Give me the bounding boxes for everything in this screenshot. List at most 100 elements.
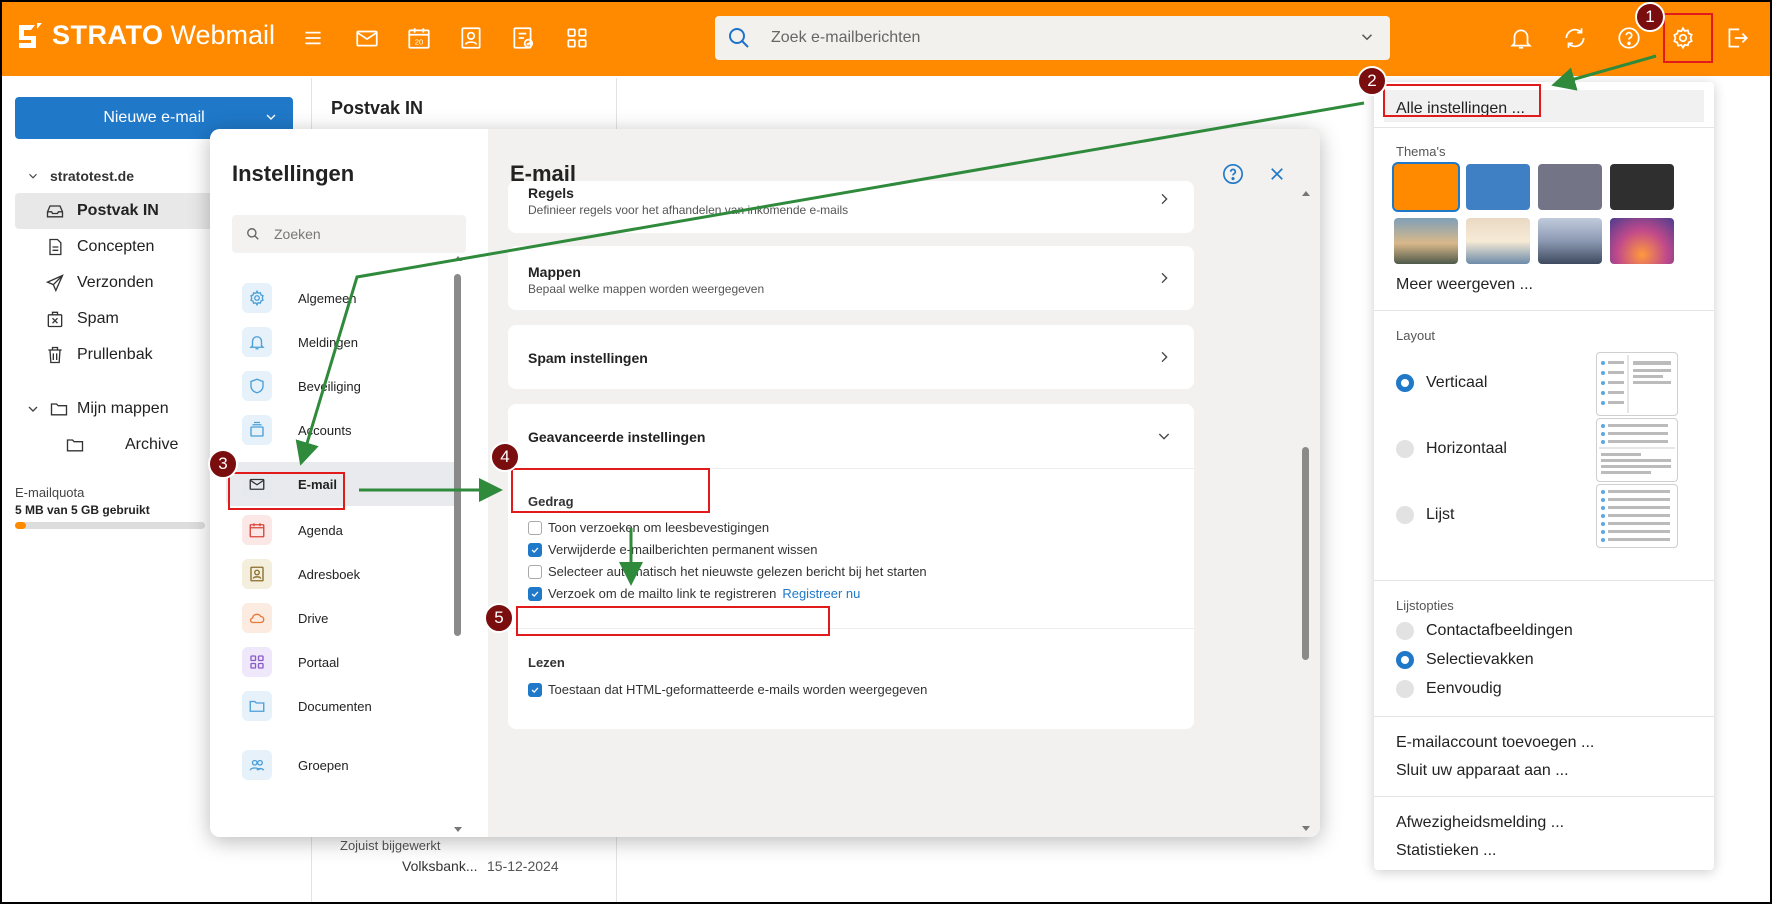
card-rules[interactable]: Regels Definieer regels voor het afhande… [508, 181, 1194, 233]
list-option-checkboxes[interactable]: Selectievakken [1396, 651, 1534, 669]
connect-device-link[interactable]: Sluit uw apparaat aan ... [1396, 762, 1569, 780]
menu-icon[interactable] [300, 25, 326, 51]
nav-scrollbar[interactable] [453, 254, 462, 834]
content-scroll-thumb[interactable] [1302, 447, 1309, 660]
nav-notifications[interactable]: Meldingen [226, 320, 460, 364]
register-link[interactable]: Registreer nu [782, 586, 860, 601]
nav-calendar[interactable]: Agenda [226, 508, 460, 552]
scroll-down-icon[interactable] [1301, 825, 1311, 833]
radio[interactable] [1396, 680, 1414, 698]
layout-horizontal-thumb[interactable] [1596, 418, 1678, 482]
statistics-link[interactable]: Statistieken ... [1396, 842, 1497, 860]
list-option-simple[interactable]: Eenvoudig [1396, 680, 1502, 698]
settings-search[interactable]: Zoeken [232, 215, 466, 253]
radio[interactable] [1396, 622, 1414, 640]
mail-date: 15-12-2024 [487, 858, 559, 874]
folder-label: Mijn mappen [77, 400, 169, 417]
close-icon[interactable] [1268, 165, 1286, 183]
folder-sent[interactable]: Verzonden [15, 265, 215, 301]
theme-image-beach[interactable] [1466, 218, 1530, 264]
add-account-link[interactable]: E-mailaccount toevoegen ... [1396, 734, 1594, 752]
layout-list-option[interactable]: Lijst [1396, 506, 1454, 524]
card-folders[interactable]: Mappen Bepaal welke mappen worden weerge… [508, 246, 1194, 310]
chevron-right-icon [1161, 351, 1168, 363]
option-auto-select[interactable]: Selecteer automatisch het nieuwste gelez… [528, 564, 927, 579]
chevron-down-icon[interactable] [1358, 28, 1376, 46]
theme-image-mountains[interactable] [1394, 218, 1458, 264]
theme-swatch-blue[interactable] [1466, 164, 1530, 210]
strato-logo[interactable]: STRATO Webmail [16, 20, 275, 51]
nav-addressbook[interactable]: Adresboek [226, 552, 460, 596]
card-subtitle: Definieer regels voor het afhandelen van… [528, 203, 849, 217]
layout-list-thumb[interactable] [1596, 484, 1678, 548]
nav-groups[interactable]: Groepen [226, 743, 460, 787]
option-read-receipts[interactable]: Toon verzoeken om leesbevestigingen [528, 520, 769, 535]
theme-swatch-dark[interactable] [1610, 164, 1674, 210]
folder-label: Postvak IN [77, 202, 159, 219]
nav-drive[interactable]: Drive [226, 596, 460, 640]
content-scrollbar[interactable] [1300, 189, 1312, 835]
radio-selected[interactable] [1396, 374, 1414, 392]
nav-scroll-thumb[interactable] [454, 274, 461, 636]
folder-archive[interactable]: Archive [15, 427, 215, 463]
list-option-contact-images[interactable]: Contactafbeeldingen [1396, 622, 1573, 640]
folder-my-folders[interactable]: Mijn mappen [15, 391, 215, 427]
folder-spam[interactable]: Spam [15, 301, 215, 337]
radio[interactable] [1396, 506, 1414, 524]
option-mailto[interactable]: Verzoek om de mailto link te registreren… [528, 586, 860, 601]
option-label: Toestaan dat HTML-geformatteerde e-mails… [548, 682, 928, 697]
layout-title: Layout [1396, 328, 1436, 343]
calendar-icon[interactable]: 20 [406, 25, 432, 51]
option-html[interactable]: Toestaan dat HTML-geformatteerde e-mails… [528, 682, 927, 697]
card-title[interactable]: Geavanceerde instellingen [528, 429, 705, 445]
help-icon[interactable] [1616, 25, 1642, 51]
nav-accounts[interactable]: Accounts [226, 408, 460, 452]
nav-documents[interactable]: Documenten [226, 684, 460, 728]
radio-label: Lijst [1426, 506, 1455, 523]
refresh-icon[interactable] [1562, 25, 1588, 51]
layout-vertical-thumb[interactable] [1596, 352, 1678, 416]
radio[interactable] [1396, 440, 1414, 458]
scroll-up-icon[interactable] [453, 254, 463, 262]
theme-image-city[interactable] [1538, 218, 1602, 264]
out-of-office-link[interactable]: Afwezigheidsmelding ... [1396, 814, 1564, 832]
radio-selected[interactable] [1396, 651, 1414, 669]
chevron-down-icon[interactable] [1156, 428, 1172, 444]
radio-label: Horizontaal [1426, 440, 1507, 457]
contacts-icon[interactable] [458, 25, 484, 51]
mail-search[interactable]: Zoek e-mailberichten [715, 16, 1390, 60]
checkbox[interactable] [528, 520, 542, 535]
more-themes-link[interactable]: Meer weergeven ... [1396, 276, 1533, 294]
nav-security[interactable]: Beveiliging [226, 364, 460, 408]
nav-general[interactable]: Algemeen [226, 276, 460, 320]
apps-grid-icon[interactable] [564, 25, 590, 51]
layout-vertical-option[interactable]: Verticaal [1396, 374, 1487, 392]
tasks-icon[interactable] [510, 25, 536, 51]
mail-sender[interactable]: Volksbank... [402, 858, 478, 874]
theme-image-gradient[interactable] [1610, 218, 1674, 264]
folder-trash[interactable]: Prullenbak [15, 337, 215, 373]
theme-swatch-orange[interactable] [1394, 164, 1458, 210]
cloud-icon [249, 613, 265, 624]
draft-icon [49, 238, 62, 256]
nav-portal[interactable]: Portaal [226, 640, 460, 684]
folder-drafts[interactable]: Concepten [15, 229, 215, 265]
option-permanent-delete[interactable]: Verwijderde e-mailberichten permanent wi… [528, 542, 818, 557]
mail-icon[interactable] [354, 25, 380, 51]
checkbox-checked[interactable] [528, 586, 542, 601]
account-header[interactable]: stratotest.de [26, 168, 134, 184]
checkbox-checked[interactable] [528, 682, 542, 697]
theme-swatch-gray[interactable] [1538, 164, 1602, 210]
help-icon[interactable] [1222, 163, 1244, 185]
logout-icon[interactable] [1724, 25, 1750, 51]
card-spam[interactable]: Spam instellingen [508, 325, 1194, 389]
folder-inbox[interactable]: Postvak IN [15, 193, 215, 229]
checkbox-checked[interactable] [528, 542, 542, 557]
shield-icon [250, 378, 264, 394]
checkbox[interactable] [528, 564, 542, 579]
chevron-down-icon[interactable] [263, 109, 279, 125]
scroll-down-icon[interactable] [453, 826, 463, 834]
scroll-up-icon[interactable] [1301, 189, 1311, 197]
bell-icon[interactable] [1508, 25, 1534, 51]
layout-horizontal-option[interactable]: Horizontaal [1396, 440, 1507, 458]
